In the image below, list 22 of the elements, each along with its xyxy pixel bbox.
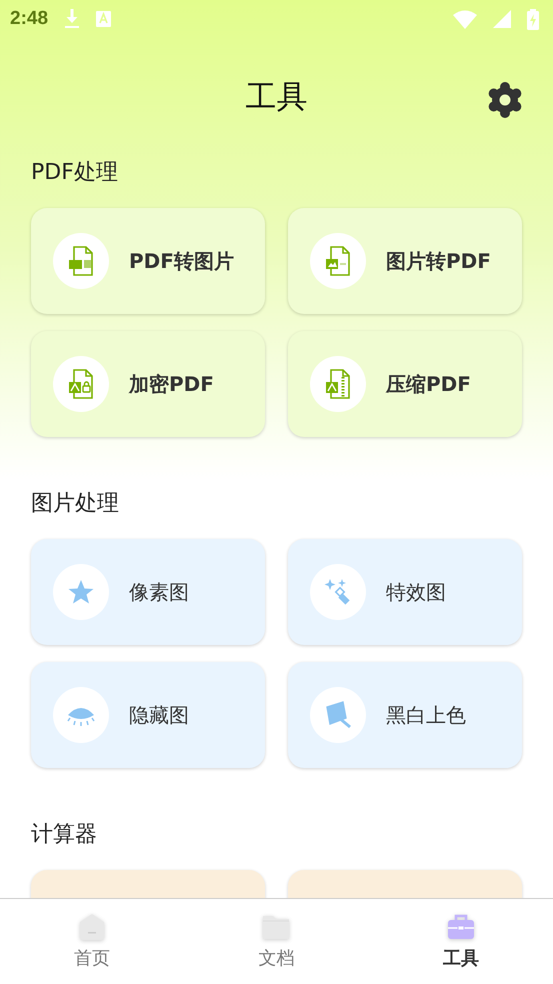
wifi-icon bbox=[453, 10, 477, 28]
battery-icon bbox=[527, 8, 539, 30]
page-title: 工具 bbox=[246, 78, 308, 117]
nav-tab[interactable]: 文档 bbox=[184, 899, 369, 984]
download-icon bbox=[64, 9, 80, 29]
signal-icon bbox=[493, 10, 511, 28]
tool-card[interactable]: 黑白上色 bbox=[288, 662, 522, 768]
tool-card[interactable]: 压缩PDF bbox=[288, 331, 522, 437]
nav-tab[interactable]: 工具 bbox=[368, 899, 553, 984]
tool-card[interactable]: 加密PDF bbox=[31, 331, 265, 437]
status-time: 2:48 bbox=[10, 6, 48, 31]
section-title: PDF处理 bbox=[31, 159, 119, 187]
section-title: 图片处理 bbox=[31, 490, 120, 518]
tool-card[interactable]: 隐藏图 bbox=[31, 662, 265, 768]
nav-tab[interactable]: 首页 bbox=[0, 899, 184, 984]
section-title: 计算器 bbox=[31, 821, 98, 849]
settings-icon[interactable] bbox=[487, 82, 523, 118]
tool-card[interactable]: 特效图 bbox=[288, 539, 522, 645]
tool-card[interactable]: 图片转PDF bbox=[288, 208, 522, 314]
tool-card[interactable]: 像素图 bbox=[31, 539, 265, 645]
keyboard-notification-icon bbox=[96, 11, 112, 27]
tool-card[interactable]: PDF转图片 bbox=[31, 208, 265, 314]
